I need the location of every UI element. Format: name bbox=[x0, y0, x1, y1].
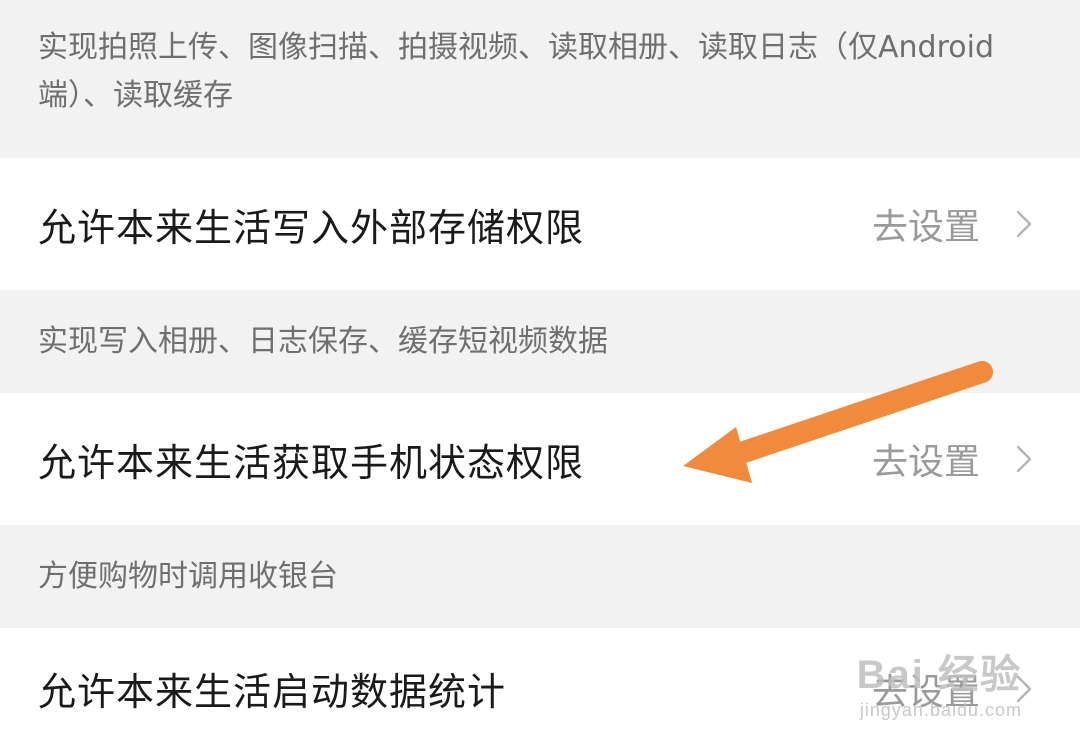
phone-state-permission-description: 方便购物时调用收银台 bbox=[0, 525, 1080, 628]
phone-state-permission-row[interactable]: 允许本来生活获取手机状态权限 去设置 bbox=[0, 393, 1080, 525]
storage-permission-row[interactable]: 允许本来生活写入外部存储权限 去设置 bbox=[0, 158, 1080, 290]
storage-permission-settings-button[interactable]: 去设置 bbox=[872, 198, 1036, 250]
storage-permission-description: 实现写入相册、日志保存、缓存短视频数据 bbox=[0, 290, 1080, 393]
storage-permission-title: 允许本来生活写入外部存储权限 bbox=[38, 205, 585, 250]
phone-state-permission-title: 允许本来生活获取手机状态权限 bbox=[38, 440, 585, 485]
data-statistics-permission-title: 允许本来生活启动数据统计 bbox=[38, 670, 507, 714]
phone-state-permission-settings-button[interactable]: 去设置 bbox=[872, 433, 1036, 485]
go-settings-label: 去设置 bbox=[871, 207, 980, 248]
go-settings-label: 去设置 bbox=[871, 442, 980, 483]
chevron-right-icon bbox=[1016, 210, 1032, 238]
chevron-right-icon bbox=[1016, 445, 1032, 473]
camera-permission-description: 实现拍照上传、图像扫描、拍摄视频、读取相册、读取日志（仅Android端）、读取… bbox=[0, 0, 1080, 158]
data-statistics-settings-button[interactable]: 去设置 bbox=[872, 663, 1036, 715]
data-statistics-permission-row[interactable]: 允许本来生活启动数据统计 去设置 bbox=[0, 628, 1080, 749]
chevron-right-icon bbox=[1016, 675, 1032, 702]
permissions-page: 实现拍照上传、图像扫描、拍摄视频、读取相册、读取日志（仅Android端）、读取… bbox=[0, 0, 1080, 749]
go-settings-label: 去设置 bbox=[871, 671, 980, 713]
